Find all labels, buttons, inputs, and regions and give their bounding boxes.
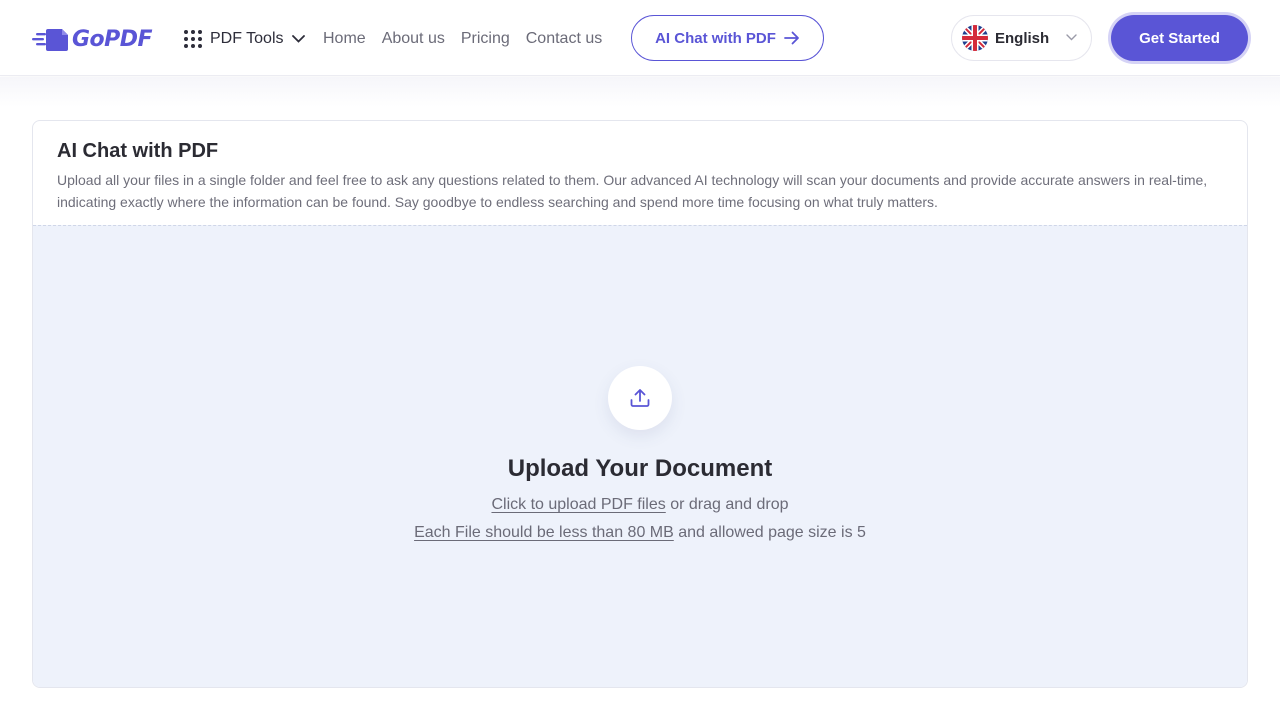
card-title: AI Chat with PDF — [57, 140, 219, 162]
get-started-button[interactable]: Get Started — [1111, 15, 1248, 61]
click-to-upload-link[interactable]: Click to upload PDF files — [491, 496, 665, 513]
upload-title: Upload Your Document — [507, 455, 773, 482]
chevron-down-icon — [291, 35, 305, 43]
file-size-limit-link[interactable]: Each File should be less than 80 MB — [414, 524, 674, 541]
drag-drop-text: or drag and drop — [665, 496, 789, 513]
nav-home[interactable]: Home — [323, 28, 366, 50]
nav-about-us[interactable]: About us — [382, 28, 445, 50]
pdf-tools-label: PDF Tools — [210, 30, 284, 47]
upload-button[interactable] — [608, 366, 672, 430]
ai-chat-button-label: AI Chat with PDF — [655, 29, 776, 47]
upload-icon — [630, 389, 650, 407]
ai-chat-button[interactable]: AI Chat with PDF — [631, 15, 824, 61]
site-header: GoPDF PDF Tools Home About us Pricing Co… — [0, 0, 1280, 76]
upload-instructions: Click to upload PDF files or drag and dr… — [33, 496, 1247, 514]
card-description: Upload all your files in a single folder… — [57, 172, 1208, 210]
grid-dots-icon — [184, 30, 202, 48]
uk-flag-icon — [962, 25, 988, 51]
ai-chat-card: AI Chat with PDF Upload all your files i… — [32, 120, 1248, 688]
nav-contact-us[interactable]: Contact us — [526, 28, 602, 50]
gopdf-logo[interactable]: GoPDF — [32, 25, 153, 53]
upload-limits: Each File should be less than 80 MB and … — [33, 524, 1247, 542]
pdf-tools-menu[interactable]: PDF Tools — [184, 27, 305, 51]
chevron-down-icon — [1066, 34, 1077, 41]
nav-pricing[interactable]: Pricing — [461, 28, 510, 50]
language-label: English — [995, 29, 1050, 47]
upload-dropzone[interactable]: Upload Your Document Click to upload PDF… — [33, 225, 1247, 687]
main-nav: Home About us Pricing Contact us — [323, 28, 618, 50]
header-shadow-band — [0, 77, 1280, 107]
page-size-text: and allowed page size is 5 — [673, 524, 866, 541]
arrow-right-icon — [784, 31, 799, 45]
logo-text: GoPDF — [72, 26, 153, 52]
card-header: AI Chat with PDF Upload all your files i… — [33, 121, 1247, 225]
logo-speed-lines-icon — [32, 29, 68, 51]
language-select[interactable]: English — [951, 15, 1092, 61]
